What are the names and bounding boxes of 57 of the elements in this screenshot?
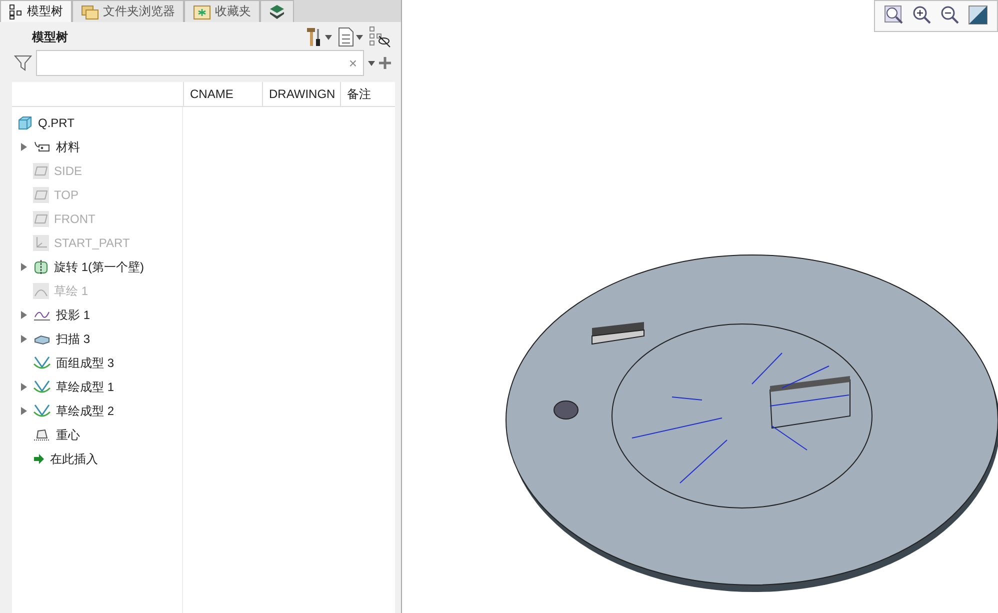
panel-tab[interactable]	[260, 0, 294, 22]
arrow-icon	[33, 453, 45, 465]
sketch-icon	[33, 283, 49, 299]
expand-arrow-icon[interactable]	[20, 335, 28, 343]
column-header[interactable]: DRAWINGN	[262, 82, 340, 106]
tree-item[interactable]: 旋转 1(第一个壁)	[54, 258, 144, 276]
hammer-screwdriver-icon	[305, 27, 323, 47]
form-icon	[33, 379, 51, 395]
form-icon	[33, 355, 51, 371]
refit-button[interactable]	[967, 5, 989, 27]
folders-icon	[81, 4, 99, 20]
centroid-icon	[33, 427, 51, 443]
filter-icon[interactable]	[14, 54, 32, 72]
plane-icon	[33, 211, 49, 227]
dropdown-caret-icon[interactable]	[368, 60, 375, 66]
tree-item[interactable]: Q.PRT	[38, 116, 74, 130]
cube-icon	[17, 115, 33, 131]
show-hidden-button[interactable]	[369, 26, 391, 48]
list-settings-button[interactable]	[338, 27, 363, 47]
layers-icon	[269, 4, 285, 20]
expand-arrow-icon[interactable]	[20, 383, 28, 391]
column-header[interactable]: 备注	[340, 82, 395, 106]
expand-arrow-icon[interactable]	[20, 263, 28, 271]
expand-arrow-icon[interactable]	[20, 311, 28, 319]
tree-item[interactable]: 材料	[56, 138, 80, 156]
add-icon[interactable]	[379, 57, 391, 69]
caret-icon	[325, 34, 332, 40]
diagonal-square-icon	[968, 5, 988, 25]
clear-button[interactable]: ×	[348, 55, 357, 71]
revolve-icon	[33, 259, 49, 275]
list-icon	[338, 27, 354, 47]
zoom-in-icon	[912, 5, 932, 25]
tree-item[interactable]: 草绘成型 1	[56, 378, 114, 396]
panel-tab[interactable]: 文件夹浏览器	[72, 0, 184, 22]
panel-tab[interactable]: 收藏夹	[184, 0, 260, 22]
zoom-out-icon	[940, 5, 960, 25]
tree-item[interactable]: 面组成型 3	[56, 354, 114, 372]
panel-tab[interactable]: 模型树	[0, 0, 72, 22]
tree-item[interactable]: 扫描 3	[56, 330, 90, 348]
caret-icon	[356, 34, 363, 40]
tree-item[interactable]: 在此插入	[50, 450, 98, 468]
tree-item[interactable]: 投影 1	[56, 306, 90, 324]
tree-item[interactable]: 重心	[56, 426, 80, 444]
form-icon	[33, 403, 51, 419]
tools-button[interactable]	[305, 27, 332, 47]
plane-icon	[33, 163, 49, 179]
expand-arrow-icon[interactable]	[20, 143, 28, 151]
axes-icon	[33, 235, 49, 251]
panel-title: 模型树	[32, 28, 69, 46]
plane-icon	[33, 187, 49, 203]
tree-icon	[9, 4, 23, 20]
magnifier-icon	[884, 5, 904, 25]
search-field[interactable]: ×	[36, 50, 364, 76]
column-header[interactable]: CNAME	[183, 82, 262, 106]
tree-item[interactable]: 草绘成型 2	[56, 402, 114, 420]
tree-eye-icon	[369, 26, 391, 48]
expand-arrow-icon[interactable]	[20, 407, 28, 415]
